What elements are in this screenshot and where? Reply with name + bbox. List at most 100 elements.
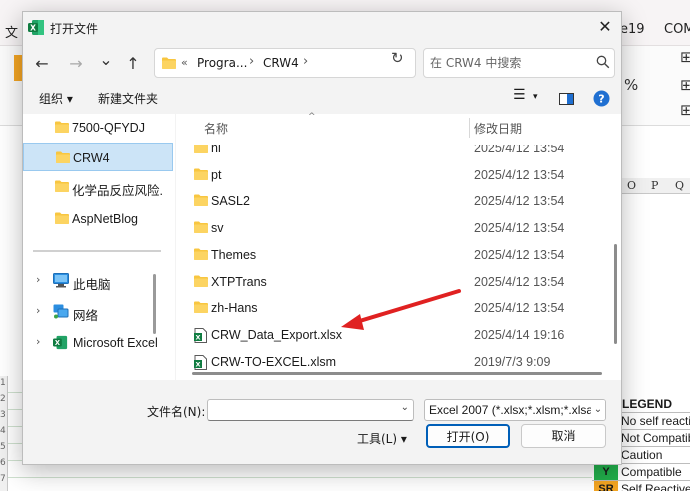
organize-menu[interactable]: 组织 ▾ (39, 90, 73, 107)
folder-icon (194, 275, 208, 287)
breadcrumb-crw4[interactable]: CRW4 (263, 56, 299, 70)
grid-icon-2[interactable]: ⊞ (680, 76, 690, 94)
ribbon-accent (14, 55, 22, 81)
file-type-value: Excel 2007 (*.xlsx;*.xlsm;*.xlsa) (429, 403, 598, 417)
search-input[interactable] (430, 54, 590, 72)
breadcrumb-separator[interactable]: › (303, 54, 308, 69)
chevron-right-icon[interactable]: › (36, 304, 40, 317)
back-button[interactable]: ← (30, 52, 54, 76)
percent-icon[interactable]: % (624, 76, 638, 94)
file-row[interactable]: sv 2025/4/12 13:54 (176, 216, 606, 242)
legend-code: SR (594, 481, 618, 491)
forward-button[interactable]: → (64, 52, 88, 76)
sidebar-item-label: 此电脑 (73, 278, 111, 292)
file-row[interactable]: pt 2025/4/12 13:54 (176, 163, 606, 189)
col-header-o[interactable]: O (627, 179, 636, 192)
legend-text: Not Compatib (621, 431, 690, 445)
row-number: 4 (0, 426, 6, 436)
chevron-right-icon[interactable]: › (36, 273, 40, 286)
row-number: 1 (0, 378, 6, 388)
row-headers: 1 2 3 4 5 6 7 (0, 376, 8, 491)
folder-icon (194, 168, 208, 180)
file-row[interactable]: Themes 2025/4/12 13:54 (176, 243, 606, 269)
open-file-dialog: X 打开文件 ✕ ← → ⌄ ↑ « Progra... › CRW4 › ↻ (22, 11, 622, 465)
file-name: sv (211, 221, 224, 236)
filename-input[interactable]: ⌄ (207, 399, 414, 421)
address-bar[interactable]: « Progra... › CRW4 › (154, 48, 416, 78)
preview-pane-icon[interactable] (559, 93, 574, 105)
sidebar-item-label: Microsoft Excel (73, 336, 158, 350)
sidebar-item-chemical-risk[interactable]: 化学品反应风险... (23, 173, 173, 201)
computer-icon (53, 273, 69, 288)
help-icon[interactable]: ? (593, 90, 610, 107)
new-folder-button[interactable]: 新建文件夹 (98, 90, 158, 107)
filename-label: 文件名(N): (147, 405, 206, 419)
excel-tab-e19[interactable]: e19 (620, 22, 645, 37)
breadcrumb-program-files[interactable]: Progra... (197, 56, 247, 70)
grid-icon[interactable]: ⊞ (680, 48, 690, 66)
search-icon[interactable] (596, 55, 610, 69)
file-row[interactable]: X CRW_Data_Export.xlsx 2025/4/14 19:16 (176, 323, 606, 349)
view-list-icon[interactable]: ☰ (513, 87, 526, 103)
file-list-vertical-scrollbar[interactable] (614, 244, 617, 344)
xlsm-file-icon: X (194, 354, 207, 370)
command-toolbar: 组织 ▾ 新建文件夹 ☰ ▾ ? (23, 84, 621, 114)
file-row[interactable]: XTPTrans 2025/4/12 13:54 (176, 270, 606, 296)
file-name: pt (211, 167, 222, 182)
folder-icon (194, 221, 208, 234)
sidebar-item-7500-qfydj[interactable]: 7500-QFYDJ (23, 114, 173, 142)
sidebar-item-crw4[interactable]: CRW4 (23, 143, 173, 171)
refresh-icon[interactable]: ↻ (391, 49, 404, 67)
sidebar-item-this-pc[interactable]: › 此电脑 (23, 267, 173, 295)
column-header-name[interactable]: 名称 (204, 120, 228, 137)
dialog-titlebar[interactable]: X 打开文件 ✕ (23, 12, 621, 44)
breadcrumb-separator[interactable]: › (249, 54, 254, 69)
close-button[interactable]: ✕ (591, 14, 619, 40)
column-header-date[interactable]: 修改日期 (474, 120, 522, 137)
folder-icon (55, 180, 69, 192)
file-name: Themes (211, 247, 257, 262)
file-row[interactable]: SASL2 2025/4/12 13:54 (176, 189, 606, 215)
legend-row[interactable]: SR Self Reactive (592, 481, 690, 491)
chevron-right-icon[interactable]: › (36, 335, 40, 348)
folder-icon (55, 212, 69, 224)
file-date: 2025/4/12 13:54 (474, 141, 565, 155)
tools-menu[interactable]: 工具(L) ▾ (357, 430, 407, 447)
excel-icon: X (53, 335, 68, 350)
folder-icon (194, 248, 208, 260)
cancel-button[interactable]: 取消 (521, 424, 606, 448)
svg-text:X: X (30, 24, 36, 33)
file-date: 2025/4/14 19:16 (474, 327, 565, 342)
col-header-q[interactable]: Q (675, 179, 684, 192)
open-button[interactable]: 打开(O) (426, 424, 510, 448)
file-list-horizontal-scrollbar[interactable] (192, 372, 602, 375)
file-type-select[interactable]: Excel 2007 (*.xlsx;*.xlsm;*.xlsa) ⌄ (424, 399, 606, 421)
legend-text: Self Reactive (621, 482, 690, 491)
chevron-down-icon[interactable]: ⌄ (591, 400, 605, 420)
sort-ascending-icon: ^ (308, 112, 316, 122)
folder-icon (56, 151, 70, 163)
sidebar-item-network[interactable]: › 网络 (23, 298, 173, 326)
folder-icon (194, 145, 208, 153)
row-number: 7 (0, 474, 6, 484)
file-row[interactable]: zh-Hans 2025/4/12 13:54 (176, 296, 606, 322)
row-number: 6 (0, 458, 6, 468)
grid-icon-3[interactable]: ⊞ (680, 101, 690, 119)
legend-row[interactable]: Y Compatible (592, 464, 690, 481)
file-name: CRW_Data_Export.xlsx (211, 327, 343, 342)
chevron-down-icon[interactable]: ⌄ (401, 402, 409, 413)
view-dropdown[interactable]: ▾ (533, 92, 538, 102)
file-date: 2019/7/3 9:09 (474, 354, 551, 369)
excel-tab-file[interactable]: 文 (5, 22, 18, 41)
up-button[interactable]: ↑ (121, 52, 145, 76)
sidebar-item-aspnetblog[interactable]: AspNetBlog (23, 205, 173, 233)
search-box (423, 48, 615, 78)
col-header-p[interactable]: P (651, 179, 658, 192)
excel-tab-com[interactable]: COM (664, 22, 690, 37)
sidebar-item-microsoft-excel[interactable]: › X Microsoft Excel (23, 329, 173, 357)
svg-text:?: ? (598, 93, 604, 106)
address-overflow[interactable]: « (181, 56, 188, 69)
recent-locations-button[interactable]: ⌄ (94, 48, 118, 72)
file-row[interactable]: nl 2025/4/12 13:54 (176, 141, 606, 162)
column-separator[interactable] (469, 118, 470, 138)
